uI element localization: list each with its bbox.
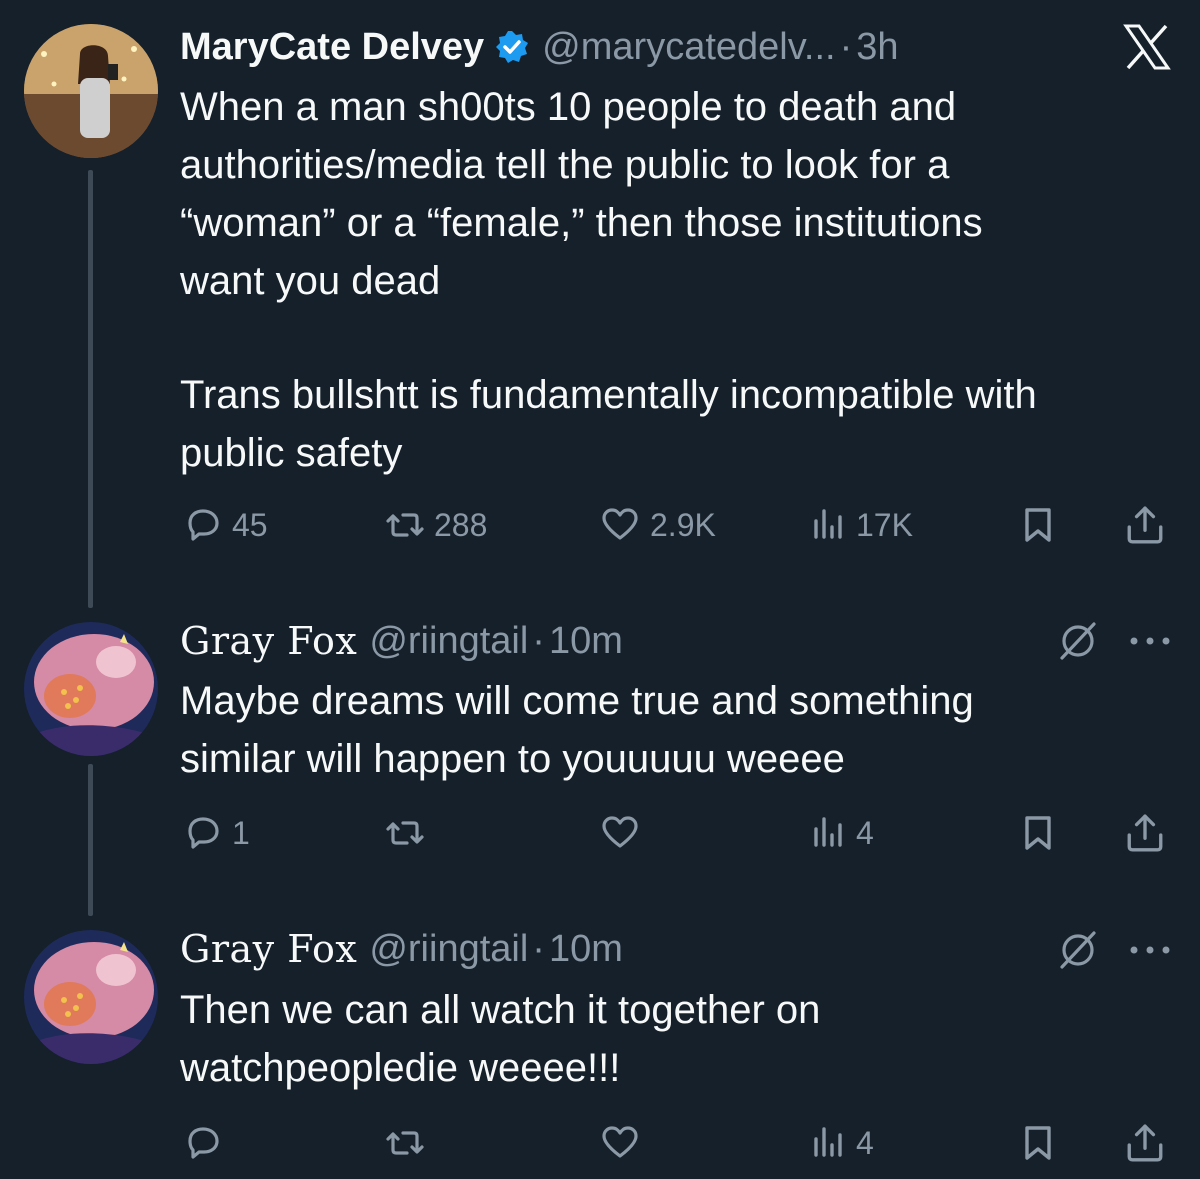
view-count: 17K [856, 506, 913, 543]
more-options-icon[interactable] [1128, 940, 1172, 960]
views-icon [814, 817, 842, 847]
heart-icon [602, 816, 638, 848]
separator-dot: · [532, 619, 545, 662]
like-count: 2.9K [650, 506, 716, 543]
author-name[interactable]: Gray Fox [180, 927, 357, 971]
timestamp[interactable]: 10m [549, 928, 623, 971]
muted-icon[interactable] [1056, 927, 1100, 971]
repost-icon [386, 1131, 424, 1155]
share-icon [1127, 506, 1163, 544]
reply-icon [188, 1127, 219, 1159]
x-logo-icon[interactable] [1122, 22, 1172, 72]
tweet-text: Then we can all watch it together on wat… [180, 988, 821, 1090]
like-button[interactable]: 2.9K [598, 500, 716, 550]
like-button[interactable] [598, 808, 650, 858]
avatar[interactable] [24, 622, 158, 756]
avatar[interactable] [24, 930, 158, 1064]
author-name[interactable]: MaryCate Delvey [180, 26, 484, 69]
views-button[interactable]: 17K [808, 500, 913, 550]
share-button[interactable] [1124, 808, 1166, 858]
avatar[interactable] [24, 24, 158, 158]
reply-icon [188, 817, 219, 849]
thread-line [88, 170, 93, 608]
views-icon [814, 1127, 842, 1157]
views-button[interactable]: 4 [808, 1118, 874, 1168]
tweet-header: Gray Fox @riingtail · 10m [180, 616, 623, 666]
tweet-text: Maybe dreams will come true and somethin… [180, 679, 974, 781]
bookmark-icon [1025, 508, 1051, 542]
share-button[interactable] [1124, 500, 1166, 550]
bookmark-button[interactable] [1018, 808, 1058, 858]
bookmark-icon [1025, 1126, 1051, 1160]
thread-line [88, 764, 93, 916]
repost-icon [386, 821, 424, 845]
more-options-icon[interactable] [1128, 631, 1172, 651]
timestamp[interactable]: 3h [856, 26, 898, 69]
share-icon [1127, 814, 1163, 852]
bookmark-button[interactable] [1018, 500, 1058, 550]
tweet-text: Trans bullshtt is fundamentally incompat… [180, 373, 1037, 475]
verified-badge-icon [496, 31, 529, 63]
author-handle[interactable]: @riingtail [369, 928, 528, 971]
view-count: 4 [856, 814, 874, 851]
reply-button[interactable]: 45 [184, 500, 268, 550]
tweet-text: When a man sh00ts 10 people to death and… [180, 85, 983, 303]
reply-count: 45 [232, 506, 268, 543]
heart-icon [602, 1126, 638, 1158]
tweet-actions: 4 [180, 1118, 1170, 1168]
author-handle[interactable]: @riingtail [369, 620, 528, 663]
bookmark-button[interactable] [1018, 1118, 1058, 1168]
like-button[interactable] [598, 1118, 650, 1168]
reply-icon [188, 509, 219, 541]
repost-button[interactable]: 288 [384, 500, 487, 550]
separator-dot: · [839, 25, 853, 68]
reply-button[interactable] [184, 1118, 232, 1168]
view-count: 4 [856, 1124, 874, 1161]
bookmark-icon [1025, 816, 1051, 850]
tweet-actions: 1 4 [180, 808, 1170, 858]
heart-icon [602, 508, 638, 540]
repost-icon [386, 513, 424, 537]
repost-button[interactable] [384, 1118, 434, 1168]
muted-icon[interactable] [1056, 618, 1100, 662]
tweet-actions: 45 288 2.9K 17K [180, 500, 1170, 550]
tweet-header: MaryCate Delvey @marycatedelv... · 3h [180, 22, 899, 72]
separator-dot: · [532, 927, 545, 970]
timestamp[interactable]: 10m [549, 620, 623, 663]
tweet-header: Gray Fox @riingtail · 10m [180, 924, 623, 974]
repost-count: 288 [434, 506, 488, 543]
share-button[interactable] [1124, 1118, 1166, 1168]
author-handle[interactable]: @marycatedelv... [542, 26, 835, 69]
reply-count: 1 [232, 814, 250, 851]
share-icon [1127, 1124, 1163, 1162]
views-button[interactable]: 4 [808, 808, 874, 858]
repost-button[interactable] [384, 808, 434, 858]
views-icon [814, 509, 842, 539]
author-name[interactable]: Gray Fox [180, 619, 357, 663]
reply-button[interactable]: 1 [184, 808, 250, 858]
